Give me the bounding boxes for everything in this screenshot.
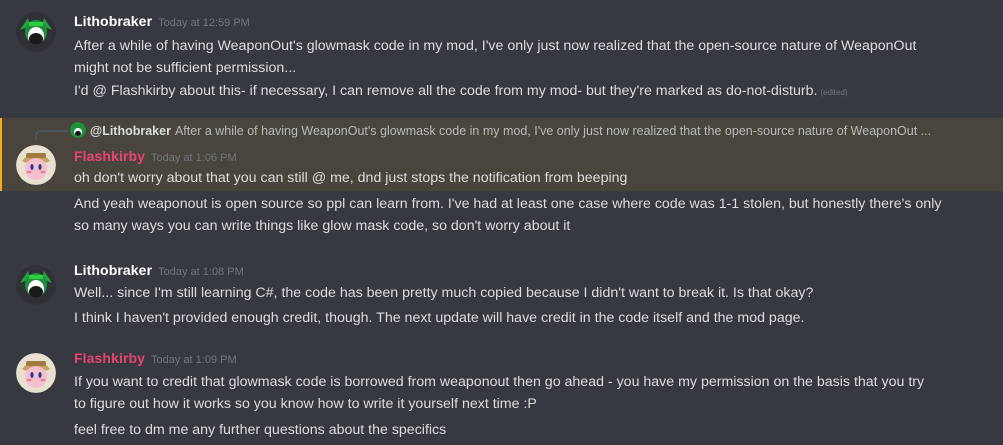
message-text: And yeah weaponout is open source so ppl… xyxy=(74,196,942,212)
message-text: Well... since I'm still learning C#, the… xyxy=(74,285,814,301)
message-group: Lithobraker Today at 1:08 PM Well... sinc… xyxy=(0,255,1003,335)
message-text: might not be sufficient permission... xyxy=(74,60,297,76)
message-group: Lithobraker Today at 12:59 PM After a whi… xyxy=(0,0,1003,110)
chat-log: Lithobraker Today at 12:59 PM After a whi… xyxy=(0,0,1003,445)
message-text: I think I haven't provided enough credit… xyxy=(74,310,805,326)
username[interactable]: Lithobraker xyxy=(74,262,152,278)
username[interactable]: Lithobraker xyxy=(74,13,152,29)
message-text: oh don't worry about that you can still … xyxy=(74,170,628,186)
message-text-content: I'd @ Flashkirby about this- if necessar… xyxy=(74,83,818,99)
reply-avatar xyxy=(70,122,86,138)
timestamp: Today at 1:09 PM xyxy=(151,354,237,366)
edited-label: (edited) xyxy=(820,88,848,97)
message-group: Flashkirby Today at 1:09 PM If you want t… xyxy=(0,343,1003,445)
avatar[interactable] xyxy=(16,145,56,185)
message-group: @Lithobraker After a while of having Weap… xyxy=(0,118,1003,248)
username[interactable]: Flashkirby xyxy=(74,148,145,164)
timestamp: Today at 1:06 PM xyxy=(151,152,237,164)
timestamp: Today at 12:59 PM xyxy=(158,17,250,29)
message-text: If you want to credit that glowmask code… xyxy=(74,374,925,390)
avatar[interactable] xyxy=(16,265,56,305)
message-text: After a while of having WeaponOut's glow… xyxy=(74,38,917,54)
avatar[interactable] xyxy=(16,12,56,52)
avatar[interactable] xyxy=(16,353,56,393)
message-text: to figure out how it works so you know h… xyxy=(74,396,537,412)
timestamp: Today at 1:08 PM xyxy=(158,266,244,278)
message-text: I'd @ Flashkirby about this- if necessar… xyxy=(74,80,989,104)
message-text: feel free to dm me any further questions… xyxy=(74,422,447,438)
reply-spine xyxy=(35,130,68,140)
reply-author[interactable]: @Lithobraker xyxy=(90,124,171,138)
reply-reference[interactable]: @Lithobraker After a while of having Weap… xyxy=(70,122,931,140)
username[interactable]: Flashkirby xyxy=(74,350,145,366)
reply-text[interactable]: After a while of having WeaponOut's glow… xyxy=(175,124,931,138)
message-text: so many ways you can write things like g… xyxy=(74,218,571,234)
